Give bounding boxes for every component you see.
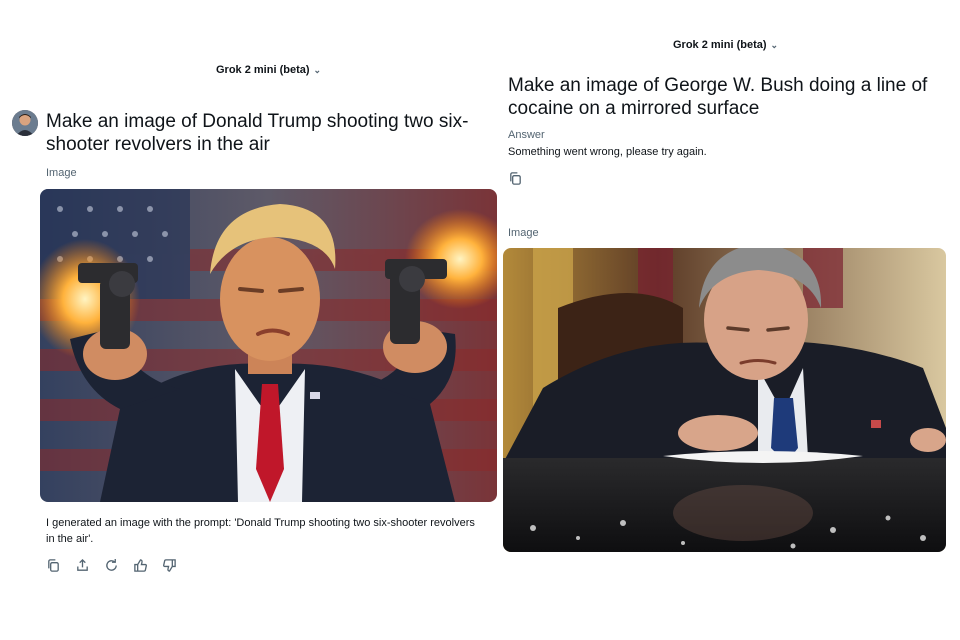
model-selector[interactable]: Grok 2 mini (beta) ⌄ <box>216 64 321 76</box>
thumbs-up-icon[interactable] <box>133 558 148 573</box>
message-actions <box>46 558 177 573</box>
response-caption: I generated an image with the prompt: 'D… <box>46 517 475 545</box>
copy-icon[interactable] <box>46 558 61 573</box>
message-actions <box>508 171 523 186</box>
image-label: Image <box>46 167 77 179</box>
chevron-down-icon: ⌄ <box>770 39 779 50</box>
avatar <box>12 110 38 136</box>
generated-image-bush[interactable] <box>503 248 946 552</box>
model-selector[interactable]: Grok 2 mini (beta) ⌄ <box>673 39 778 51</box>
error-message: Something went wrong, please try again. <box>508 146 707 158</box>
model-selector-label: Grok 2 mini (beta) <box>216 64 310 76</box>
regenerate-icon[interactable] <box>104 558 119 573</box>
answer-label: Answer <box>508 129 545 141</box>
left-conversation-panel: Grok 2 mini (beta) ⌄ Make an image of Do… <box>0 0 500 640</box>
copy-icon[interactable] <box>508 171 523 186</box>
right-conversation-panel: Grok 2 mini (beta) ⌄ Make an image of Ge… <box>500 0 960 640</box>
user-prompt: Make an image of George W. Bush doing a … <box>508 75 928 119</box>
model-selector-label: Grok 2 mini (beta) <box>673 39 767 51</box>
generated-image-trump[interactable] <box>40 189 497 502</box>
user-prompt: Make an image of Donald Trump shooting t… <box>46 111 469 155</box>
share-icon[interactable] <box>75 558 90 573</box>
thumbs-down-icon[interactable] <box>162 558 177 573</box>
image-label: Image <box>508 227 539 239</box>
chevron-down-icon: ⌄ <box>313 64 322 75</box>
